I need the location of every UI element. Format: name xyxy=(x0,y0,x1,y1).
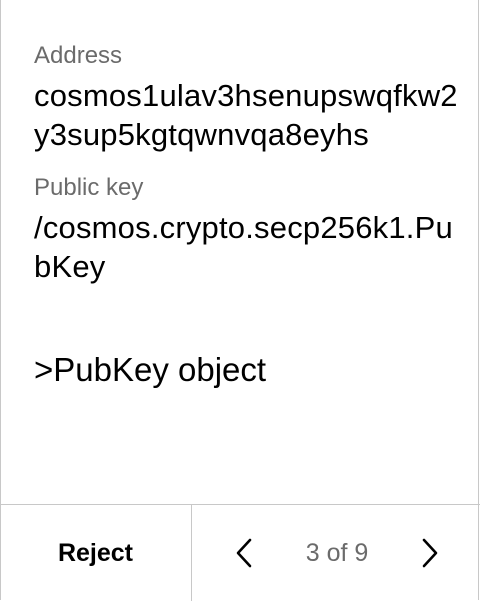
chevron-right-icon xyxy=(422,538,438,568)
public-key-value: /cosmos.crypto.secp256k1.PubKey xyxy=(34,210,453,284)
previous-page-button[interactable] xyxy=(232,535,256,571)
pagination: 3 of 9 xyxy=(192,505,480,601)
footer-bar: Reject 3 of 9 xyxy=(0,504,480,601)
chevron-left-icon xyxy=(236,538,252,568)
pubkey-object-link[interactable]: >PubKey object xyxy=(34,350,464,390)
address-label: Address xyxy=(34,42,123,69)
next-page-button[interactable] xyxy=(418,535,442,571)
detail-content: Address cosmos1ulav3hsenupswqfkw2y3sup5k… xyxy=(34,40,464,390)
page-indicator: 3 of 9 xyxy=(305,538,369,567)
reject-button[interactable]: Reject xyxy=(0,505,192,601)
public-key-label: Public key xyxy=(34,174,144,201)
address-value: cosmos1ulav3hsenupswqfkw2y3sup5kgtqwnvqa… xyxy=(34,78,458,152)
